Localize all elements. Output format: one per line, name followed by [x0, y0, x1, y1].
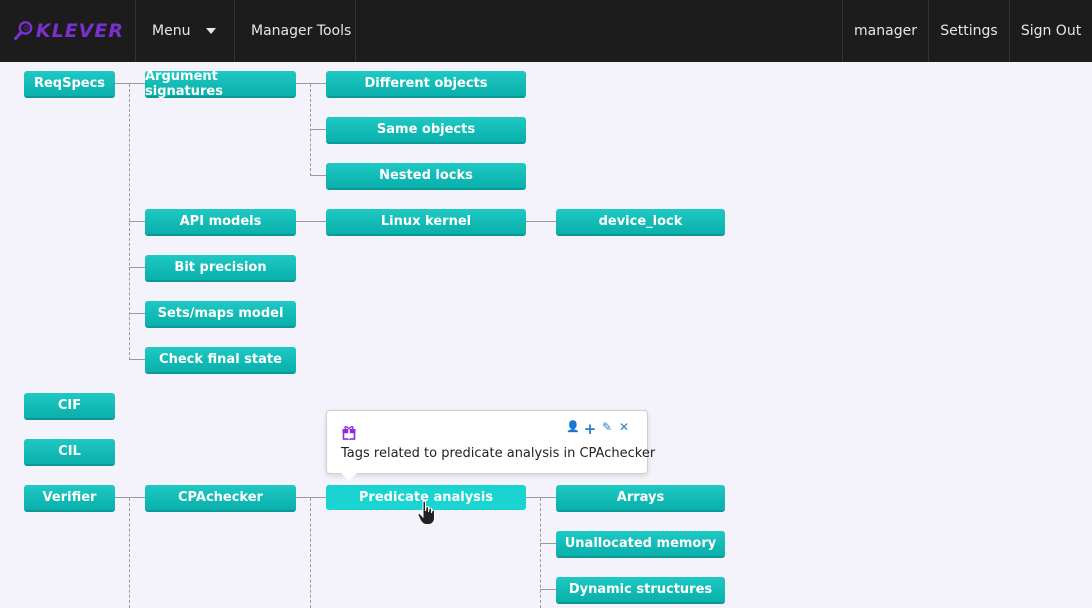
caret-down-icon: [206, 28, 217, 34]
add-child-icon[interactable]: +: [583, 420, 597, 438]
connector: [296, 497, 326, 498]
tag-cil[interactable]: CIL: [24, 439, 115, 464]
top-navbar: ☺ KLEVER Menu Manager Tools manager Sett…: [0, 0, 1092, 62]
connector: [115, 83, 145, 84]
tag-device-lock[interactable]: device_lock: [556, 209, 725, 234]
connector: [310, 498, 311, 608]
tag-verifier[interactable]: Verifier: [24, 485, 115, 510]
user-access-icon[interactable]: 👤: [566, 420, 580, 438]
tag-nested-locks[interactable]: Nested locks: [326, 163, 526, 188]
tag-linux-kernel[interactable]: Linux kernel: [326, 209, 526, 234]
tag-popover: 👤 + ✎ ✕ Tags related to predicate analys…: [326, 410, 655, 481]
connector: [310, 84, 311, 176]
tag-cif[interactable]: CIF: [24, 393, 115, 418]
connector: [526, 497, 556, 498]
tag-argument-signatures[interactable]: Argument signatures: [145, 69, 296, 99]
klever-logo[interactable]: ☺ KLEVER: [14, 15, 124, 47]
connector: [129, 359, 145, 360]
tag-dynamic-structures[interactable]: Dynamic structures: [556, 577, 725, 602]
connector: [540, 498, 541, 608]
connector: [129, 313, 145, 314]
hand-cursor-icon: [417, 500, 435, 525]
tag-cpachecker[interactable]: CPAchecker: [145, 485, 296, 510]
popover-arrow: [341, 473, 357, 481]
connector: [540, 589, 556, 590]
tag-different-objects[interactable]: Different objects: [326, 71, 526, 96]
logo-text: KLEVER: [35, 20, 124, 42]
user-link[interactable]: manager: [842, 0, 928, 62]
connector: [310, 175, 326, 176]
connector: [540, 543, 556, 544]
svg-text:☺: ☺: [23, 24, 29, 32]
menu-dropdown[interactable]: Menu: [135, 0, 234, 62]
connector: [129, 221, 145, 222]
connector: [115, 497, 145, 498]
tag-unallocated-memory[interactable]: Unallocated memory: [556, 531, 725, 556]
connector: [296, 221, 326, 222]
tag-tree: ReqSpecs Argument signatures Different o…: [0, 62, 1092, 608]
settings-link[interactable]: Settings: [928, 0, 1009, 62]
gift-icon: [342, 426, 356, 440]
connector: [129, 84, 130, 360]
tag-arrays[interactable]: Arrays: [556, 485, 725, 510]
tag-check-final-state[interactable]: Check final state: [145, 347, 296, 372]
tag-api-models[interactable]: API models: [145, 209, 296, 234]
popover-actions: 👤 + ✎ ✕: [566, 420, 631, 438]
sign-out-link[interactable]: Sign Out: [1009, 0, 1092, 62]
tag-reqspecs[interactable]: ReqSpecs: [24, 71, 115, 96]
edit-icon[interactable]: ✎: [600, 420, 614, 438]
tag-sets-maps-model[interactable]: Sets/maps model: [145, 301, 296, 326]
connector: [129, 498, 130, 608]
connector: [310, 129, 326, 130]
manager-tools-link[interactable]: Manager Tools: [234, 0, 356, 62]
tag-same-objects[interactable]: Same objects: [326, 117, 526, 142]
tag-description: Tags related to predicate analysis in CP…: [341, 446, 656, 461]
connector: [526, 221, 556, 222]
connector: [129, 267, 145, 268]
connector: [296, 83, 326, 84]
menu-label: Menu: [152, 23, 191, 39]
magnifier-logo-icon: ☺: [14, 21, 33, 41]
tag-bit-precision[interactable]: Bit precision: [145, 255, 296, 280]
close-icon[interactable]: ✕: [617, 420, 631, 438]
